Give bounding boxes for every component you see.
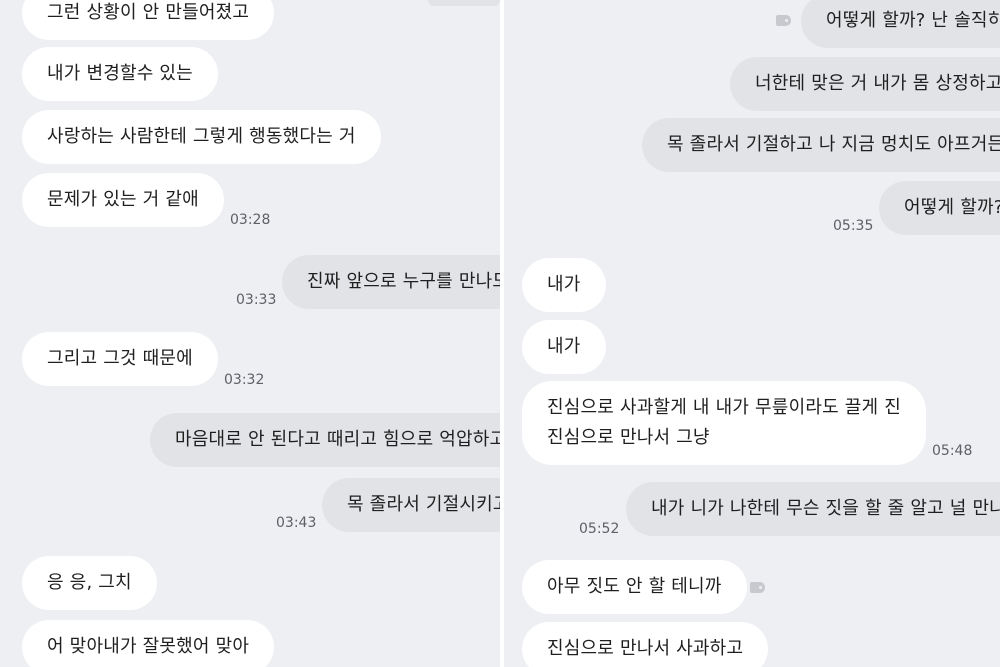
message-bubble-incoming: 아무 짓도 안 할 테니까 xyxy=(522,560,747,614)
message-line: 진심으로 사과할게 내 내가 무릎이라도 끌게 진 xyxy=(547,397,901,418)
message-bubble-outgoing: 마음대로 안 된다고 때리고 힘으로 억압하고 xyxy=(150,413,500,467)
message-bubble-incoming: 진심으로 사과할게 내 내가 무릎이라도 끌게 진 진심으로 만나서 그냥 xyxy=(522,381,926,465)
message-bubble-incoming: 사랑하는 사람한테 그렇게 행동했다는 거 xyxy=(22,110,381,164)
message-bubble-incoming: 내가 xyxy=(522,320,606,374)
message-bubble-outgoing: 어떻게 할까? xyxy=(879,181,1000,235)
message-bubble-incoming: 그리고 그것 때문에 xyxy=(22,332,218,386)
message-bubble-incoming: 내가 변경할수 있는 xyxy=(22,47,218,101)
message-bubble-incoming: 응 응, 그치 xyxy=(22,556,157,610)
message-bubble-outgoing: 진짜 앞으로 누구를 만나도 xyxy=(282,255,500,309)
chat-panel-left[interactable]: 그런 상황이 안 만들어졌고 내가 변경할수 있는 사랑하는 사람한테 그렇게 … xyxy=(0,0,500,667)
message-timestamp: 05:52 xyxy=(579,521,620,537)
message-bubble-outgoing: 목 졸라서 기절하고 나 지금 멍치도 아프거든 xyxy=(642,118,1000,172)
message-bubble-outgoing-cut xyxy=(428,0,500,6)
message-bubble-outgoing: 목 졸라서 기절시키고 xyxy=(322,478,500,532)
message-timestamp: 05:48 xyxy=(932,443,973,459)
message-timestamp: 05:35 xyxy=(833,218,874,234)
message-bubble-incoming: 그런 상황이 안 만들어졌고 xyxy=(22,0,275,40)
message-timestamp: 03:33 xyxy=(236,292,277,308)
message-bubble-outgoing: 내가 니가 나한테 무슨 짓을 할 줄 알고 널 만나 xyxy=(626,482,1000,536)
message-line: 진심으로 만나서 그냥 xyxy=(547,427,710,448)
message-timestamp: 03:28 xyxy=(230,212,271,228)
message-timestamp: 03:32 xyxy=(224,372,265,388)
message-bubble-incoming: 내가 xyxy=(522,258,606,312)
message-bubble-incoming: 문제가 있는 거 같애 xyxy=(22,173,224,227)
message-bubble-incoming: 진심으로 만나서 사과하고 xyxy=(522,622,769,667)
tag-icon xyxy=(776,15,791,26)
message-timestamp: 03:43 xyxy=(276,515,317,531)
tag-icon xyxy=(750,582,765,593)
chat-panel-right[interactable]: 어떻게 할까? 난 솔직히 너한테 맞은 거 내가 몸 상정하고 목 졸라서 기… xyxy=(504,0,1000,667)
message-bubble-incoming: 어 맞아내가 잘못했어 맞아 xyxy=(22,620,275,667)
message-bubble-outgoing: 너한테 맞은 거 내가 몸 상정하고 xyxy=(730,57,1000,111)
message-bubble-outgoing: 어떻게 할까? 난 솔직히 xyxy=(801,0,1000,48)
